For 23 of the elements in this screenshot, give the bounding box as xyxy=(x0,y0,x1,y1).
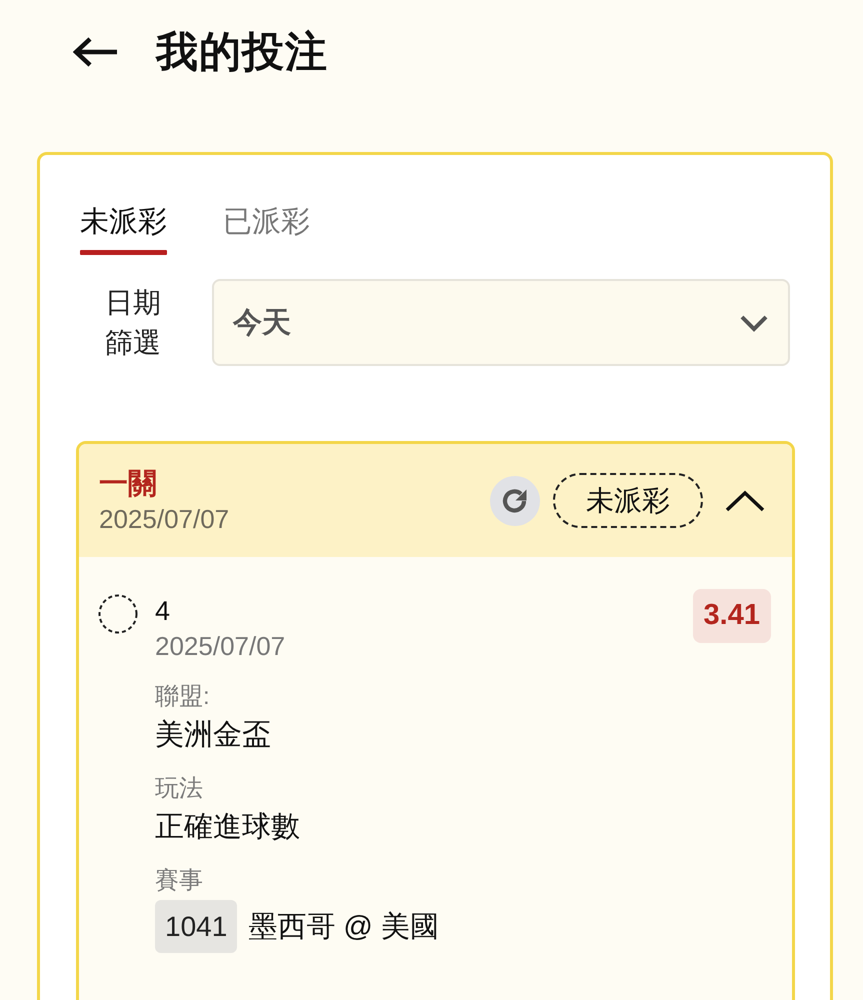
refresh-icon xyxy=(490,476,540,526)
date-filter-label: 日期篩選 xyxy=(104,286,162,360)
selection-value: 4 xyxy=(155,595,172,628)
status-badge: 未派彩 xyxy=(553,473,703,528)
dashed-circle-icon xyxy=(98,594,138,634)
page-title: 我的投注 xyxy=(156,27,328,77)
field-value: 美洲金盃 xyxy=(155,718,272,753)
back-arrow-icon xyxy=(73,37,119,67)
refresh-button[interactable] xyxy=(490,476,540,526)
date-filter-dropdown[interactable]: 今天 xyxy=(212,279,790,366)
bet-date: 2025/07/07 xyxy=(99,502,230,536)
selection-date: 2025/07/07 xyxy=(155,630,286,663)
field-value: 正確進球數 xyxy=(155,810,301,845)
field-label: 賽事 xyxy=(155,866,204,896)
match-number: 1041 xyxy=(155,900,238,953)
tab[interactable]: 已派彩 xyxy=(223,202,310,255)
bet-type: 一關 xyxy=(99,466,158,502)
tab[interactable]: 未派彩 xyxy=(80,202,167,255)
match-teams: 墨西哥 @ 美國 xyxy=(248,910,439,944)
field-label: 聯盟: xyxy=(155,682,211,712)
odds-badge: 3.41 xyxy=(692,589,771,643)
chevron-down-icon xyxy=(740,314,768,332)
field-label: 玩法 xyxy=(155,774,204,804)
